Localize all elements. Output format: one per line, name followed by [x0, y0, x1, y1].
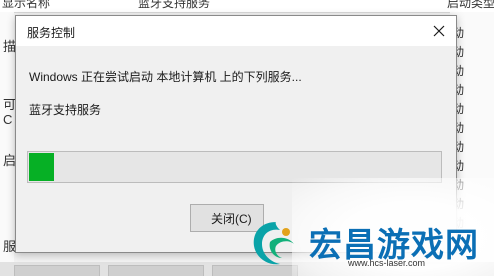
- dialog-titlebar[interactable]: 服务控制: [16, 16, 456, 46]
- screen: 显示名称 蓝牙支持服务 启动类型 描 可 C 启 服 动 动 动 动 动 动 动…: [0, 0, 494, 276]
- service-name: 蓝牙支持服务: [29, 103, 102, 117]
- tab-extended[interactable]: [14, 265, 100, 276]
- left-label-path: C: [3, 112, 13, 127]
- dialog-title: 服务控制: [27, 26, 76, 40]
- watermark-logo: [253, 222, 294, 265]
- dialog-message: Windows 正在尝试启动 本地计算机 上的下列服务...: [29, 70, 302, 84]
- watermark-url: www.hcs-laser.com: [348, 258, 426, 268]
- services-column-header: 显示名称 蓝牙支持服务 启动类型: [0, 0, 494, 13]
- close-icon: [433, 25, 445, 37]
- progress-bar-fill: [29, 153, 54, 181]
- column-header-startup-type[interactable]: 启动类型: [447, 0, 494, 11]
- close-window-button[interactable]: [422, 16, 456, 46]
- column-header-value: 蓝牙支持服务: [138, 0, 211, 10]
- column-header-name[interactable]: 显示名称: [2, 0, 50, 11]
- details-pane-left-edge: 描 可 C 启 服: [0, 12, 16, 276]
- tab-standard[interactable]: [108, 265, 204, 276]
